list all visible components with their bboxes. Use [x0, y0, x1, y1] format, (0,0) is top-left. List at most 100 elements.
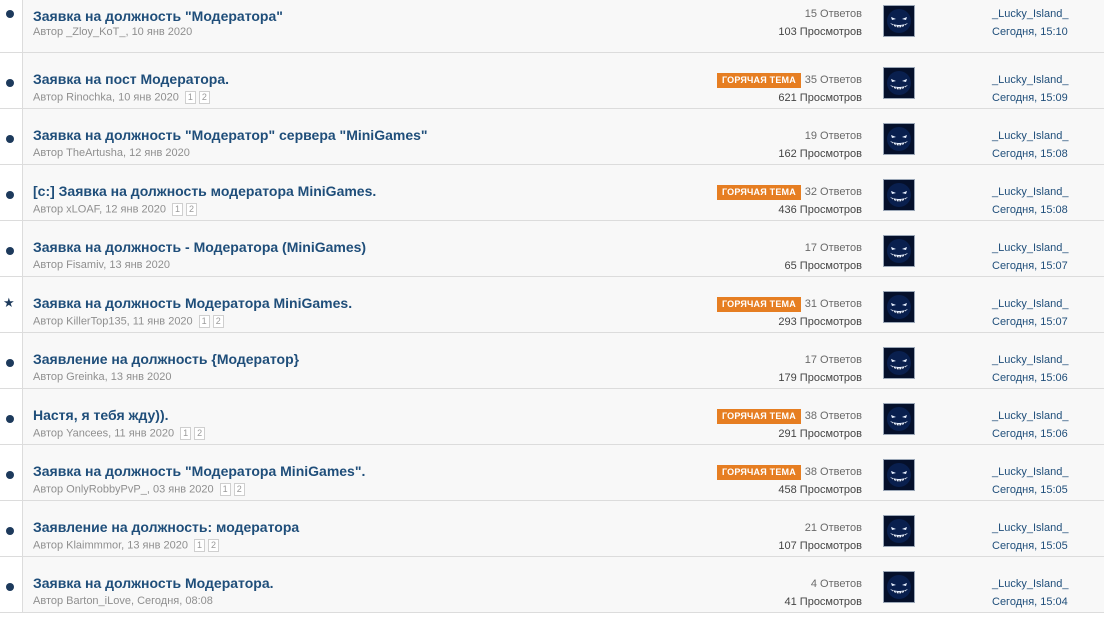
- topic-stats: 15 Ответов 103 Просмотров: [778, 5, 862, 41]
- page-link-2[interactable]: 2: [194, 427, 206, 440]
- last-post-time-link[interactable]: Сегодня, 15:04: [992, 593, 1068, 611]
- topic-status-cell: [0, 221, 23, 276]
- topic-author-date: Автор KillerTop135, 11 янв 2020: [33, 315, 193, 328]
- topic-row[interactable]: Заявка на должность "Модератора" Автор _Z…: [0, 0, 1104, 53]
- topic-row[interactable]: Заявка на должность "Модератор" сервера …: [0, 109, 1104, 165]
- last-post-user-link[interactable]: _Lucky_Island_: [992, 71, 1068, 89]
- topic-title-link[interactable]: Заявление на должность {Модератор}: [33, 351, 299, 367]
- topic-title-link[interactable]: Заявка на должность "Модератора": [33, 8, 283, 24]
- page-link-1[interactable]: 1: [193, 539, 205, 552]
- last-post-info: _Lucky_Island_ Сегодня, 15:06: [992, 351, 1068, 387]
- topic-title-link[interactable]: Заявка на пост Модератора.: [33, 71, 229, 87]
- topic-row[interactable]: Заявка на должность Модератора. Автор Bar…: [0, 557, 1104, 613]
- page-link-2[interactable]: 2: [185, 203, 197, 216]
- last-post-user-link[interactable]: _Lucky_Island_: [992, 463, 1068, 481]
- topic-title-link[interactable]: Заявление на должность: модератора: [33, 519, 299, 535]
- replies-count: 38 Ответов: [804, 466, 862, 478]
- topic-title-link[interactable]: Заявка на должность "Модератор" сервера …: [33, 127, 428, 143]
- avatar[interactable]: [883, 459, 915, 491]
- topic-title-link[interactable]: Заявка на должность - Модератора (MiniGa…: [33, 239, 366, 255]
- topic-meta: Автор _Zloy_KoT_, 10 янв 2020: [33, 26, 192, 38]
- topic-row[interactable]: Заявление на должность {Модератор} Автор …: [0, 333, 1104, 389]
- topic-row[interactable]: Заявка на должность - Модератора (MiniGa…: [0, 221, 1104, 277]
- page-link-2[interactable]: 2: [198, 91, 210, 104]
- last-post-time-link[interactable]: Сегодня, 15:05: [992, 537, 1068, 555]
- topic-row[interactable]: Заявление на должность: модератора Автор …: [0, 501, 1104, 557]
- star-icon: ★: [3, 295, 15, 310]
- last-post-time-link[interactable]: Сегодня, 15:07: [992, 257, 1068, 275]
- page-link-2[interactable]: 2: [212, 315, 224, 328]
- last-post-user-link[interactable]: _Lucky_Island_: [992, 351, 1068, 369]
- last-post-user-link[interactable]: _Lucky_Island_: [992, 5, 1068, 23]
- topic-title-link[interactable]: Заявка на должность Модератора MiniGames…: [33, 295, 352, 311]
- last-post-user-link[interactable]: _Lucky_Island_: [992, 127, 1068, 145]
- avatar[interactable]: [883, 67, 915, 99]
- last-post-time-link[interactable]: Сегодня, 15:08: [992, 145, 1068, 163]
- last-post-user-link[interactable]: _Lucky_Island_: [992, 239, 1068, 257]
- last-post-time-link[interactable]: Сегодня, 15:10: [992, 23, 1068, 41]
- topic-title-link[interactable]: Заявка на должность Модератора.: [33, 575, 274, 591]
- replies-count: 15 Ответов: [804, 8, 862, 20]
- last-post-user-link[interactable]: _Lucky_Island_: [992, 575, 1068, 593]
- last-post-time-link[interactable]: Сегодня, 15:06: [992, 369, 1068, 387]
- avatar[interactable]: [883, 291, 915, 323]
- views-count: 103 Просмотров: [778, 26, 862, 38]
- page-link-1[interactable]: 1: [198, 315, 210, 328]
- topic-title-link[interactable]: [c:] Заявка на должность модератора Mini…: [33, 183, 376, 199]
- topic-row[interactable]: [c:] Заявка на должность модератора Mini…: [0, 165, 1104, 221]
- topic-row[interactable]: Заявка на пост Модератора. Автор Rinochka…: [0, 53, 1104, 109]
- last-post-user-link[interactable]: _Lucky_Island_: [992, 183, 1068, 201]
- topic-author-date: Автор Klaimmmor, 13 янв 2020: [33, 539, 188, 552]
- unread-dot-icon: [6, 79, 14, 87]
- topic-row[interactable]: Настя, я тебя жду)). Автор Yancees, 11 ян…: [0, 389, 1104, 445]
- topic-row[interactable]: Заявка на должность "Модератора MiniGame…: [0, 445, 1104, 501]
- last-post-time-link[interactable]: Сегодня, 15:05: [992, 481, 1068, 499]
- replies-count: 31 Ответов: [804, 298, 862, 310]
- last-post-info: _Lucky_Island_ Сегодня, 15:07: [992, 239, 1068, 275]
- last-post-time-link[interactable]: Сегодня, 15:08: [992, 201, 1068, 219]
- topic-title-link[interactable]: Настя, я тебя жду)).: [33, 407, 169, 423]
- avatar[interactable]: [883, 235, 915, 267]
- page-link-1[interactable]: 1: [184, 91, 196, 104]
- unread-dot-icon: [6, 191, 14, 199]
- last-post-time-link[interactable]: Сегодня, 15:06: [992, 425, 1068, 443]
- last-post-time-link[interactable]: Сегодня, 15:09: [992, 89, 1068, 107]
- last-post-time-link[interactable]: Сегодня, 15:07: [992, 313, 1068, 331]
- unread-dot-icon: [6, 527, 14, 535]
- avatar[interactable]: [883, 5, 915, 37]
- topic-stats: 17 Ответов 65 Просмотров: [785, 239, 863, 275]
- last-post-info: _Lucky_Island_ Сегодня, 15:05: [992, 463, 1068, 499]
- topic-title-link[interactable]: Заявка на должность "Модератора MiniGame…: [33, 463, 365, 479]
- views-count: 621 Просмотров: [778, 92, 862, 104]
- topic-status-cell: [0, 501, 23, 556]
- views-count: 162 Просмотров: [778, 148, 862, 160]
- avatar[interactable]: [883, 515, 915, 547]
- views-count: 65 Просмотров: [784, 260, 863, 272]
- avatar[interactable]: [883, 347, 915, 379]
- page-link-1[interactable]: 1: [171, 203, 183, 216]
- topic-row[interactable]: ★ Заявка на должность Модератора MiniGame…: [0, 277, 1104, 333]
- grinning-face-icon: [884, 460, 914, 490]
- last-post-user-link[interactable]: _Lucky_Island_: [992, 519, 1068, 537]
- topic-status-cell: [0, 333, 23, 388]
- topic-author-date: Автор Fisamiv, 13 янв 2020: [33, 259, 171, 271]
- page-link-1[interactable]: 1: [180, 427, 192, 440]
- views-count: 436 Просмотров: [778, 204, 862, 216]
- page-link-2[interactable]: 2: [233, 483, 245, 496]
- replies-count: 35 Ответов: [804, 74, 862, 86]
- last-post-user-link[interactable]: _Lucky_Island_: [992, 295, 1068, 313]
- last-post-user-link[interactable]: _Lucky_Island_: [992, 407, 1068, 425]
- avatar[interactable]: [883, 179, 915, 211]
- topic-meta: Автор TheArtusha, 12 янв 2020: [33, 147, 190, 159]
- page-link-2[interactable]: 2: [207, 539, 219, 552]
- avatar[interactable]: [883, 403, 915, 435]
- topic-status-cell: ★: [0, 277, 23, 332]
- views-count: 41 Просмотров: [784, 596, 863, 608]
- replies-count: 17 Ответов: [804, 354, 862, 366]
- page-link-1[interactable]: 1: [219, 483, 231, 496]
- replies-count: 32 Ответов: [804, 186, 862, 198]
- topic-meta: Автор xLOAF, 12 янв 2020 1 2: [33, 203, 197, 216]
- avatar[interactable]: [883, 123, 915, 155]
- grinning-face-icon: [884, 404, 914, 434]
- avatar[interactable]: [883, 571, 915, 603]
